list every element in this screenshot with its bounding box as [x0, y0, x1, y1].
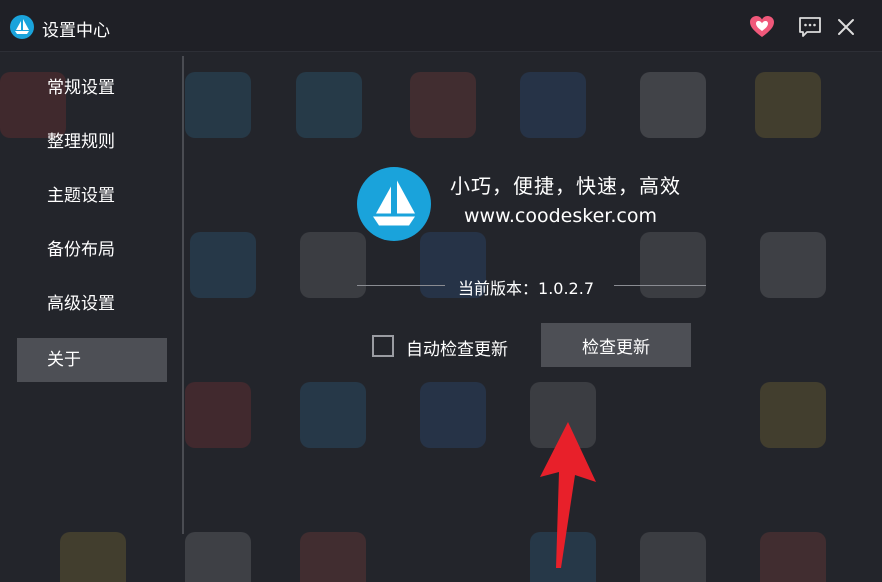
auto-update-label[interactable]: 自动检查更新 [406, 335, 508, 360]
sidebar-item-general[interactable]: 常规设置 [17, 66, 167, 110]
sidebar-item-theme[interactable]: 主题设置 [17, 174, 167, 218]
website-link[interactable]: www.coodesker.com [464, 205, 657, 227]
favorite-button[interactable] [749, 14, 775, 40]
heart-icon [750, 16, 774, 37]
title-bar: 设置中心 [0, 0, 882, 52]
app-logo [357, 167, 431, 241]
chat-icon [799, 17, 821, 37]
window-title: 设置中心 [42, 21, 110, 41]
version-label: 当前版本： [458, 279, 539, 298]
sidebar-item-backup[interactable]: 备份布局 [17, 228, 167, 272]
version-info: 当前版本：1.0.2.7 [458, 275, 594, 299]
check-update-button[interactable]: 检查更新 [541, 323, 691, 367]
divider-left [357, 285, 445, 286]
version-value: 1.0.2.7 [538, 279, 594, 298]
annotation-arrow-icon [540, 422, 596, 568]
close-button[interactable] [833, 14, 859, 40]
sailboat-icon [373, 180, 415, 226]
auto-update-checkbox[interactable] [372, 335, 394, 357]
about-panel: 小巧，便捷，快速，高效 www.coodesker.com 当前版本：1.0.2… [184, 52, 882, 582]
settings-sidebar: 常规设置 整理规则 主题设置 备份布局 高级设置 关于 [0, 52, 183, 534]
sidebar-item-about[interactable]: 关于 [17, 338, 167, 382]
divider-right [614, 285, 706, 286]
sailboat-icon [10, 15, 34, 39]
close-icon [838, 19, 854, 35]
app-slogan: 小巧，便捷，快速，高效 [450, 174, 681, 198]
sidebar-item-rules[interactable]: 整理规则 [17, 120, 167, 164]
feedback-button[interactable] [797, 14, 823, 40]
sidebar-item-advanced[interactable]: 高级设置 [17, 282, 167, 326]
